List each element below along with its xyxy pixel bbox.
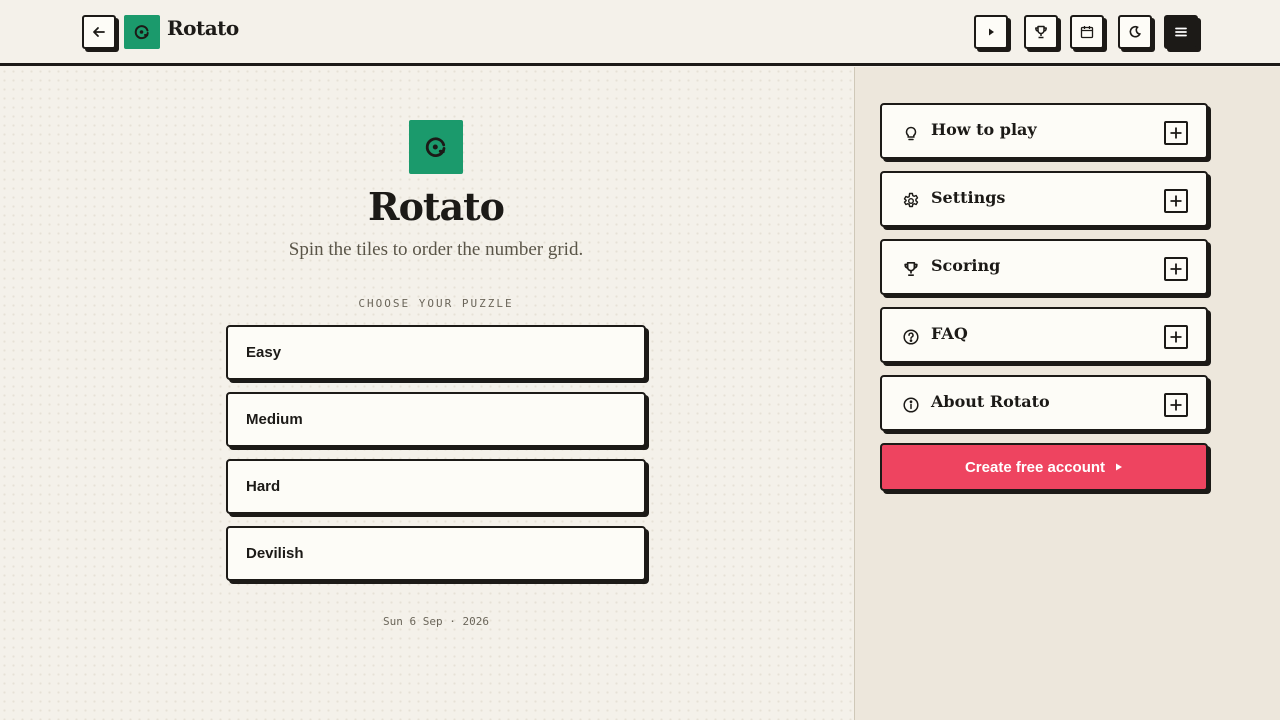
play-icon bbox=[1116, 463, 1123, 471]
gear-icon bbox=[903, 192, 919, 208]
puzzle-easy-button[interactable]: Easy bbox=[226, 325, 646, 380]
back-button[interactable] bbox=[82, 15, 116, 49]
puzzle-label: Medium bbox=[246, 411, 303, 428]
plus-icon[interactable] bbox=[1164, 257, 1188, 281]
trophy-icon bbox=[904, 261, 918, 277]
accordion-label: How to play bbox=[931, 120, 1037, 139]
puzzle-date: Sun 6 Sep · 2026 bbox=[383, 615, 489, 628]
plus-icon[interactable] bbox=[1164, 189, 1188, 213]
calendar-icon bbox=[1080, 26, 1094, 39]
menu-icon bbox=[1175, 27, 1187, 37]
info-sidebar: How to play Settings Scoring FAQ About R… bbox=[854, 67, 1280, 720]
accordion-label: About Rotato bbox=[931, 392, 1050, 411]
accordion-label: Scoring bbox=[931, 256, 1001, 275]
lightbulb-icon bbox=[905, 126, 917, 141]
info-icon bbox=[903, 397, 919, 413]
cta-label: Create free account bbox=[964, 458, 1106, 476]
create-account-button[interactable]: Create free account bbox=[880, 443, 1208, 491]
archive-button[interactable] bbox=[1070, 15, 1104, 49]
menu-button[interactable] bbox=[1164, 15, 1198, 49]
puzzle-hard-button[interactable]: Hard bbox=[226, 459, 646, 514]
trophy-icon bbox=[1035, 25, 1047, 39]
accordion-how-to-play[interactable]: How to play bbox=[880, 103, 1208, 159]
brand-name[interactable]: Rotato bbox=[167, 16, 239, 40]
puzzle-label: Easy bbox=[246, 344, 282, 361]
choose-puzzle-label: CHOOSE YOUR PUZZLE bbox=[358, 297, 514, 310]
leaderboard-button[interactable] bbox=[1024, 15, 1058, 49]
page-subtitle: Spin the tiles to order the number grid. bbox=[288, 239, 584, 260]
logo-tile[interactable] bbox=[124, 15, 160, 49]
plus-icon[interactable] bbox=[1164, 393, 1188, 417]
hero-logo bbox=[409, 120, 463, 174]
play-button[interactable] bbox=[974, 15, 1008, 49]
rotato-logo-icon bbox=[134, 25, 149, 40]
plus-icon[interactable] bbox=[1164, 325, 1188, 349]
puzzle-label: Devilish bbox=[246, 545, 304, 562]
back-arrow-icon bbox=[93, 27, 105, 37]
dark-mode-button[interactable] bbox=[1118, 15, 1152, 49]
accordion-about[interactable]: About Rotato bbox=[880, 375, 1208, 431]
accordion-faq[interactable]: FAQ bbox=[880, 307, 1208, 363]
puzzle-medium-button[interactable]: Medium bbox=[226, 392, 646, 447]
accordion-scoring[interactable]: Scoring bbox=[880, 239, 1208, 295]
accordion-label: FAQ bbox=[931, 324, 968, 343]
puzzle-selection-panel: Rotato Spin the tiles to order the numbe… bbox=[0, 67, 854, 720]
moon-icon bbox=[1129, 25, 1142, 38]
page-title: Rotato bbox=[368, 184, 505, 229]
play-icon bbox=[989, 28, 994, 36]
accordion-label: Settings bbox=[931, 188, 1006, 207]
accordion-settings[interactable]: Settings bbox=[880, 171, 1208, 227]
question-icon bbox=[903, 329, 919, 345]
rotato-logo-icon bbox=[425, 137, 446, 157]
top-bar: Rotato bbox=[0, 0, 1280, 66]
puzzle-devilish-button[interactable]: Devilish bbox=[226, 526, 646, 581]
puzzle-label: Hard bbox=[246, 478, 281, 495]
plus-icon[interactable] bbox=[1164, 121, 1188, 145]
